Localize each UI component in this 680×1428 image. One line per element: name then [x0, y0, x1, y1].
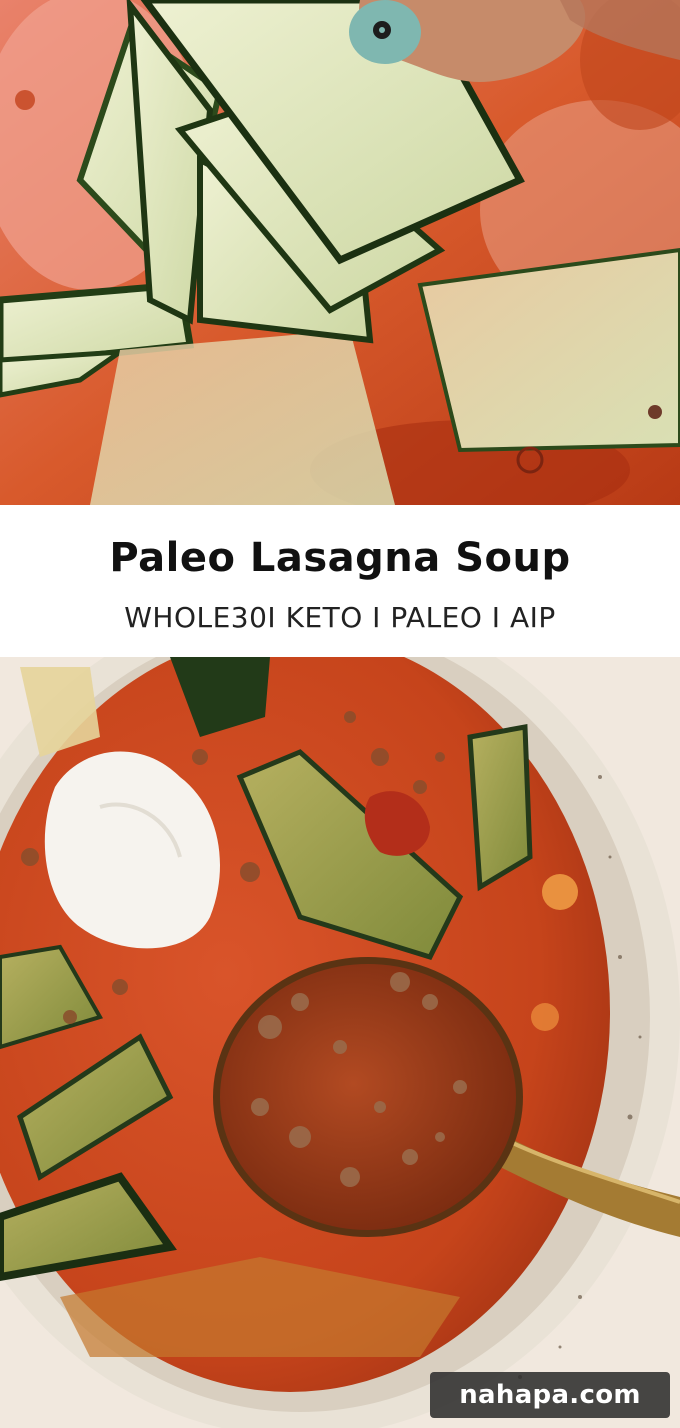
top-food-photo	[0, 0, 680, 505]
zucchini-noodles-image	[0, 0, 680, 505]
site-watermark: nahapa.com	[430, 1372, 670, 1418]
recipe-pin: Paleo Lasagna Soup WHOLE30I KETO I PALEO…	[0, 0, 680, 1428]
diet-tags: WHOLE30I KETO I PALEO I AIP	[124, 601, 556, 634]
bottom-food-photo	[0, 657, 680, 1428]
title-band: Paleo Lasagna Soup WHOLE30I KETO I PALEO…	[0, 505, 680, 657]
recipe-title: Paleo Lasagna Soup	[109, 535, 571, 581]
soup-bowl-image	[0, 657, 680, 1428]
